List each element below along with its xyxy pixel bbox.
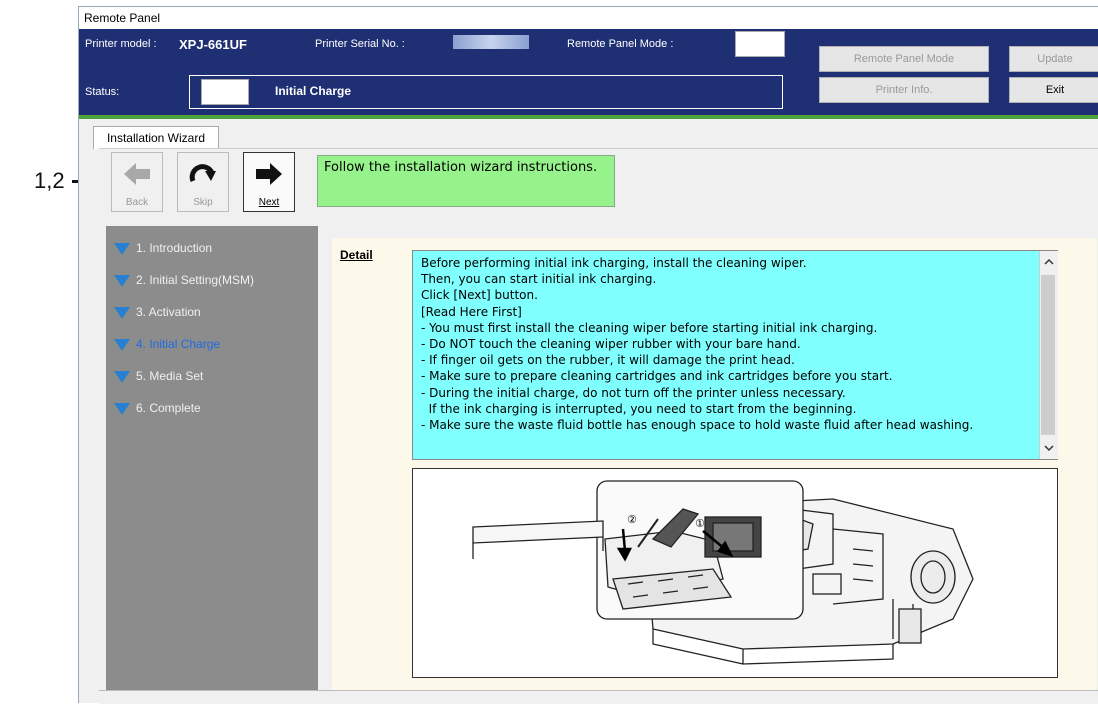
update-button[interactable]: Update <box>1009 46 1098 72</box>
detail-line: - Make sure the waste fluid bottle has e… <box>421 418 974 433</box>
detail-line: [Read Here First] <box>421 304 522 319</box>
window-title: Remote Panel <box>84 11 161 25</box>
detail-line: - Do NOT touch the cleaning wiper rubber… <box>421 337 801 352</box>
remote-panel-window: Remote Panel Printer model : XPJ-661UF P… <box>78 6 1098 704</box>
step-label: 2. Initial Setting(MSM) <box>136 273 255 287</box>
step-triangle-icon <box>114 242 130 255</box>
step-label: 3. Activation <box>136 305 201 319</box>
step-triangle-icon <box>114 274 130 287</box>
scroll-down-icon[interactable] <box>1040 441 1058 455</box>
step-activation: 3. Activation <box>114 302 201 322</box>
step-triangle-icon <box>114 402 130 415</box>
printer-model-value: XPJ-661UF <box>179 37 247 52</box>
instruction-message: Follow the installation wizard instructi… <box>317 155 615 207</box>
scroll-up-icon[interactable] <box>1040 255 1058 269</box>
detail-line: - Make sure to prepare cleaning cartridg… <box>421 369 893 384</box>
step-marker-2: ② <box>627 513 637 526</box>
step-triangle-icon <box>114 370 130 383</box>
status-label: Status: <box>85 86 120 98</box>
step-marker-1: ① <box>695 517 705 530</box>
printer-header: Printer model : XPJ-661UF Printer Serial… <box>79 29 1098 117</box>
serial-value-masked <box>453 35 529 49</box>
detail-line: Click [Next] button. <box>421 288 538 303</box>
detail-label: Detail <box>340 248 373 262</box>
wizard-steps-sidebar: 1. Introduction 2. Initial Setting(MSM) … <box>106 226 318 690</box>
back-label: Back <box>125 197 149 208</box>
header-accent-strip <box>79 115 1098 119</box>
status-indicator <box>201 79 249 105</box>
remote-mode-label: Remote Panel Mode : <box>567 38 674 50</box>
back-button[interactable]: Back <box>111 152 163 212</box>
skip-arrow-icon <box>189 164 216 182</box>
step-label: 1. Introduction <box>136 241 213 255</box>
skip-label: Skip <box>193 197 213 208</box>
step-complete: 6. Complete <box>114 398 201 418</box>
detail-line: Before performing initial ink charging, … <box>421 256 807 270</box>
title-bar: Remote Panel <box>79 7 1098 29</box>
next-arrow-icon <box>256 163 282 185</box>
remote-mode-indicator <box>735 31 785 57</box>
printer-info-button[interactable]: Printer Info. <box>819 77 989 103</box>
step-initial-charge: 4. Initial Charge <box>114 334 220 354</box>
detail-line: If the ink charging is interrupted, you … <box>421 401 857 416</box>
step-introduction: 1. Introduction <box>114 238 212 258</box>
status-value: Initial Charge <box>275 84 352 98</box>
scroll-thumb[interactable] <box>1041 275 1055 435</box>
step-triangle-icon <box>114 338 130 351</box>
step-media-set: 5. Media Set <box>114 366 203 386</box>
step-label: 4. Initial Charge <box>136 337 221 351</box>
step-initial-setting: 2. Initial Setting(MSM) <box>114 270 254 290</box>
printer-illustration: ② ① <box>472 480 974 665</box>
exit-button[interactable]: Exit <box>1009 77 1098 103</box>
tab-installation-wizard[interactable]: Installation Wizard <box>93 126 219 149</box>
step-triangle-icon <box>114 306 130 319</box>
remote-panel-mode-button[interactable]: Remote Panel Mode <box>819 46 989 72</box>
next-button[interactable]: Next <box>243 152 295 212</box>
step-label: 6. Complete <box>136 401 201 415</box>
detail-line: Then, you can start initial ink charging… <box>421 272 657 287</box>
detail-text-box[interactable]: Before performing initial ink charging, … <box>412 250 1058 460</box>
next-label: Next <box>258 197 280 208</box>
back-arrow-icon <box>124 163 150 185</box>
callout-label: 1,2 <box>34 168 65 193</box>
step-label: 5. Media Set <box>136 369 204 383</box>
detail-line: - If finger oil gets on the rubber, it w… <box>421 353 795 368</box>
detail-line: - You must first install the cleaning wi… <box>421 320 878 335</box>
serial-label: Printer Serial No. : <box>315 38 405 50</box>
illustration-frame: ② ① <box>412 468 1058 678</box>
detail-line: - During the initial charge, do not turn… <box>421 385 846 400</box>
printer-model-label: Printer model : <box>85 38 157 50</box>
skip-button[interactable]: Skip <box>177 152 229 212</box>
